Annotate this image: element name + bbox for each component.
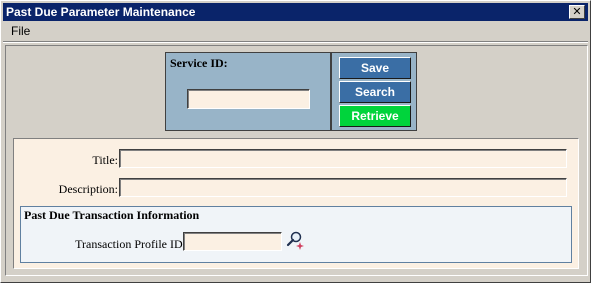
retrieve-button[interactable]: Retrieve xyxy=(339,105,411,127)
description-input[interactable] xyxy=(119,178,567,197)
service-id-label: Service ID: xyxy=(170,56,228,70)
menu-divider xyxy=(3,41,588,43)
close-button[interactable]: ✕ xyxy=(569,5,585,19)
transaction-info-heading: Past Due Transaction Information xyxy=(24,208,200,222)
title-label: Title: xyxy=(92,153,118,167)
close-icon: ✕ xyxy=(572,5,582,18)
save-button[interactable]: Save xyxy=(339,57,411,79)
title-bar[interactable]: Past Due Parameter Maintenance ✕ xyxy=(3,3,588,21)
menu-file[interactable]: File xyxy=(9,22,32,40)
action-button-panel: Save Search Retrieve xyxy=(331,52,417,131)
description-label: Description: xyxy=(58,182,118,196)
magnifier-icon[interactable] xyxy=(285,230,305,250)
window-title: Past Due Parameter Maintenance xyxy=(6,5,196,19)
transaction-info-panel: Past Due Transaction Information Transac… xyxy=(20,206,572,263)
service-id-panel: Service ID: xyxy=(165,52,331,131)
transaction-profile-label: Transaction Profile ID: xyxy=(75,237,186,251)
service-id-input[interactable] xyxy=(187,89,310,109)
details-panel: Title: Description: Past Due Transaction… xyxy=(13,138,579,269)
transaction-profile-input[interactable] xyxy=(183,232,282,251)
menu-bar: File xyxy=(3,22,588,40)
title-input[interactable] xyxy=(119,149,567,168)
search-button[interactable]: Search xyxy=(339,81,411,103)
main-window: Past Due Parameter Maintenance ✕ File Se… xyxy=(0,0,591,283)
